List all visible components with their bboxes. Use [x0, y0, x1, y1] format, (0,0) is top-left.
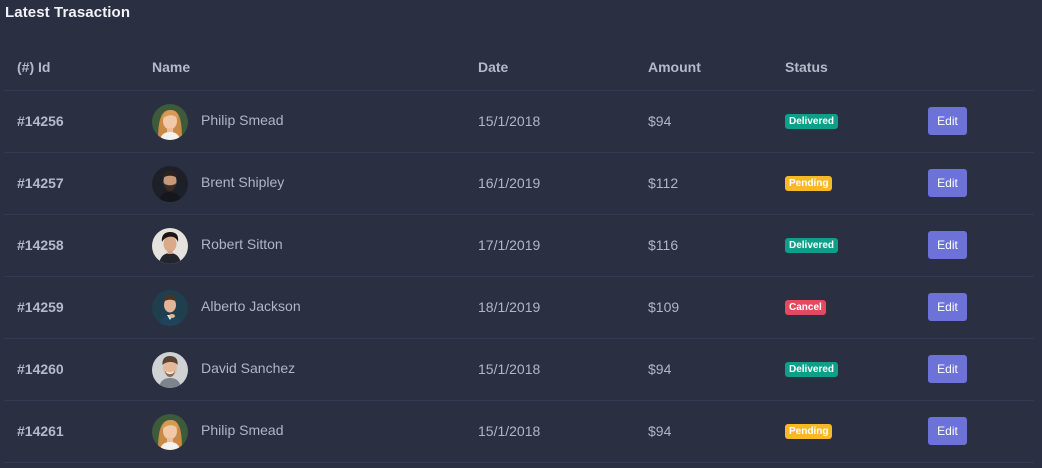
status-badge: Pending	[785, 176, 833, 191]
row-id: #14260	[17, 361, 64, 377]
edit-button[interactable]: Edit	[928, 293, 967, 321]
row-name: Alberto Jackson	[201, 297, 301, 314]
row-date: 16/1/2019	[478, 175, 541, 191]
row-name-cell: Philip Smead	[152, 103, 284, 140]
table-body: #14256 Philip Smead 15/1/2018 $94 Delivered E…	[4, 91, 1034, 463]
row-id: #14259	[17, 299, 64, 315]
status-badge: Delivered	[785, 362, 839, 377]
row-name-cell: Alberto Jackson	[152, 289, 301, 326]
edit-button[interactable]: Edit	[928, 231, 967, 259]
edit-button[interactable]: Edit	[928, 417, 967, 445]
row-id: #14258	[17, 237, 64, 253]
row-amount: $94	[648, 113, 672, 129]
edit-button[interactable]: Edit	[928, 107, 967, 135]
avatar	[152, 227, 188, 264]
table-row: #14261 Philip Smead 15/1/2018 $94 Pending Edi…	[4, 401, 1034, 463]
row-name-cell: Brent Shipley	[152, 165, 284, 202]
row-id: #14257	[17, 175, 64, 191]
table-row: #14257 Brent Shipley 16/1/2019 $112 Pending E…	[4, 153, 1034, 215]
row-name: Robert Sitton	[201, 235, 283, 252]
row-name-cell: David Sanchez	[152, 351, 295, 388]
status-badge: Pending	[785, 424, 833, 439]
row-amount: $94	[648, 361, 672, 377]
avatar	[152, 413, 188, 450]
row-date: 18/1/2019	[478, 299, 541, 315]
table-row: #14260 David Sanchez 15/1/2018 $94 Delivered…	[4, 339, 1034, 401]
row-id: #14256	[17, 113, 64, 129]
row-name: Brent Shipley	[201, 173, 285, 190]
header-name: Name	[152, 59, 191, 75]
row-date: 17/1/2019	[478, 237, 541, 253]
edit-button[interactable]: Edit	[928, 355, 967, 383]
header-amount: Amount	[648, 59, 701, 75]
avatar	[152, 351, 188, 388]
row-name: Philip Smead	[201, 421, 284, 438]
row-date: 15/1/2018	[478, 113, 541, 129]
row-date: 15/1/2018	[478, 361, 541, 377]
status-badge: Cancel	[785, 300, 826, 315]
avatar	[152, 165, 188, 202]
row-name: Philip Smead	[201, 111, 284, 128]
row-amount: $116	[648, 237, 679, 253]
row-name: David Sanchez	[201, 359, 296, 376]
header-status: Status	[785, 59, 828, 75]
table-row: #14256 Philip Smead 15/1/2018 $94 Delivered E…	[4, 91, 1034, 153]
status-badge: Delivered	[785, 238, 839, 253]
row-name-cell: Philip Smead	[152, 413, 284, 450]
header-date: Date	[478, 59, 509, 75]
avatar	[152, 289, 188, 326]
row-name-cell: Robert Sitton	[152, 227, 283, 264]
card-title: Latest Trasaction	[5, 4, 131, 21]
edit-button[interactable]: Edit	[928, 169, 967, 197]
latest-transaction-card: Latest Trasaction (#) Id Name Date Amoun…	[0, 0, 1042, 468]
row-date: 15/1/2018	[478, 423, 541, 439]
table-row: #14259 Alberto Jackson 18/1/2019 $109 Cancel…	[4, 277, 1034, 339]
row-id: #14261	[17, 423, 64, 439]
avatar	[152, 103, 188, 140]
header-id: (#) Id	[17, 59, 51, 75]
table-row: #14258 Robert Sitton 17/1/2019 $116 Delivere…	[4, 215, 1034, 277]
row-amount: $112	[648, 175, 679, 191]
status-badge: Delivered	[785, 114, 839, 129]
row-amount: $94	[648, 423, 672, 439]
transactions-table: (#) Id Name Date Amount Status #14256 Phi…	[4, 44, 1034, 463]
table-header: (#) Id Name Date Amount Status	[4, 44, 1034, 91]
row-amount: $109	[648, 299, 680, 315]
